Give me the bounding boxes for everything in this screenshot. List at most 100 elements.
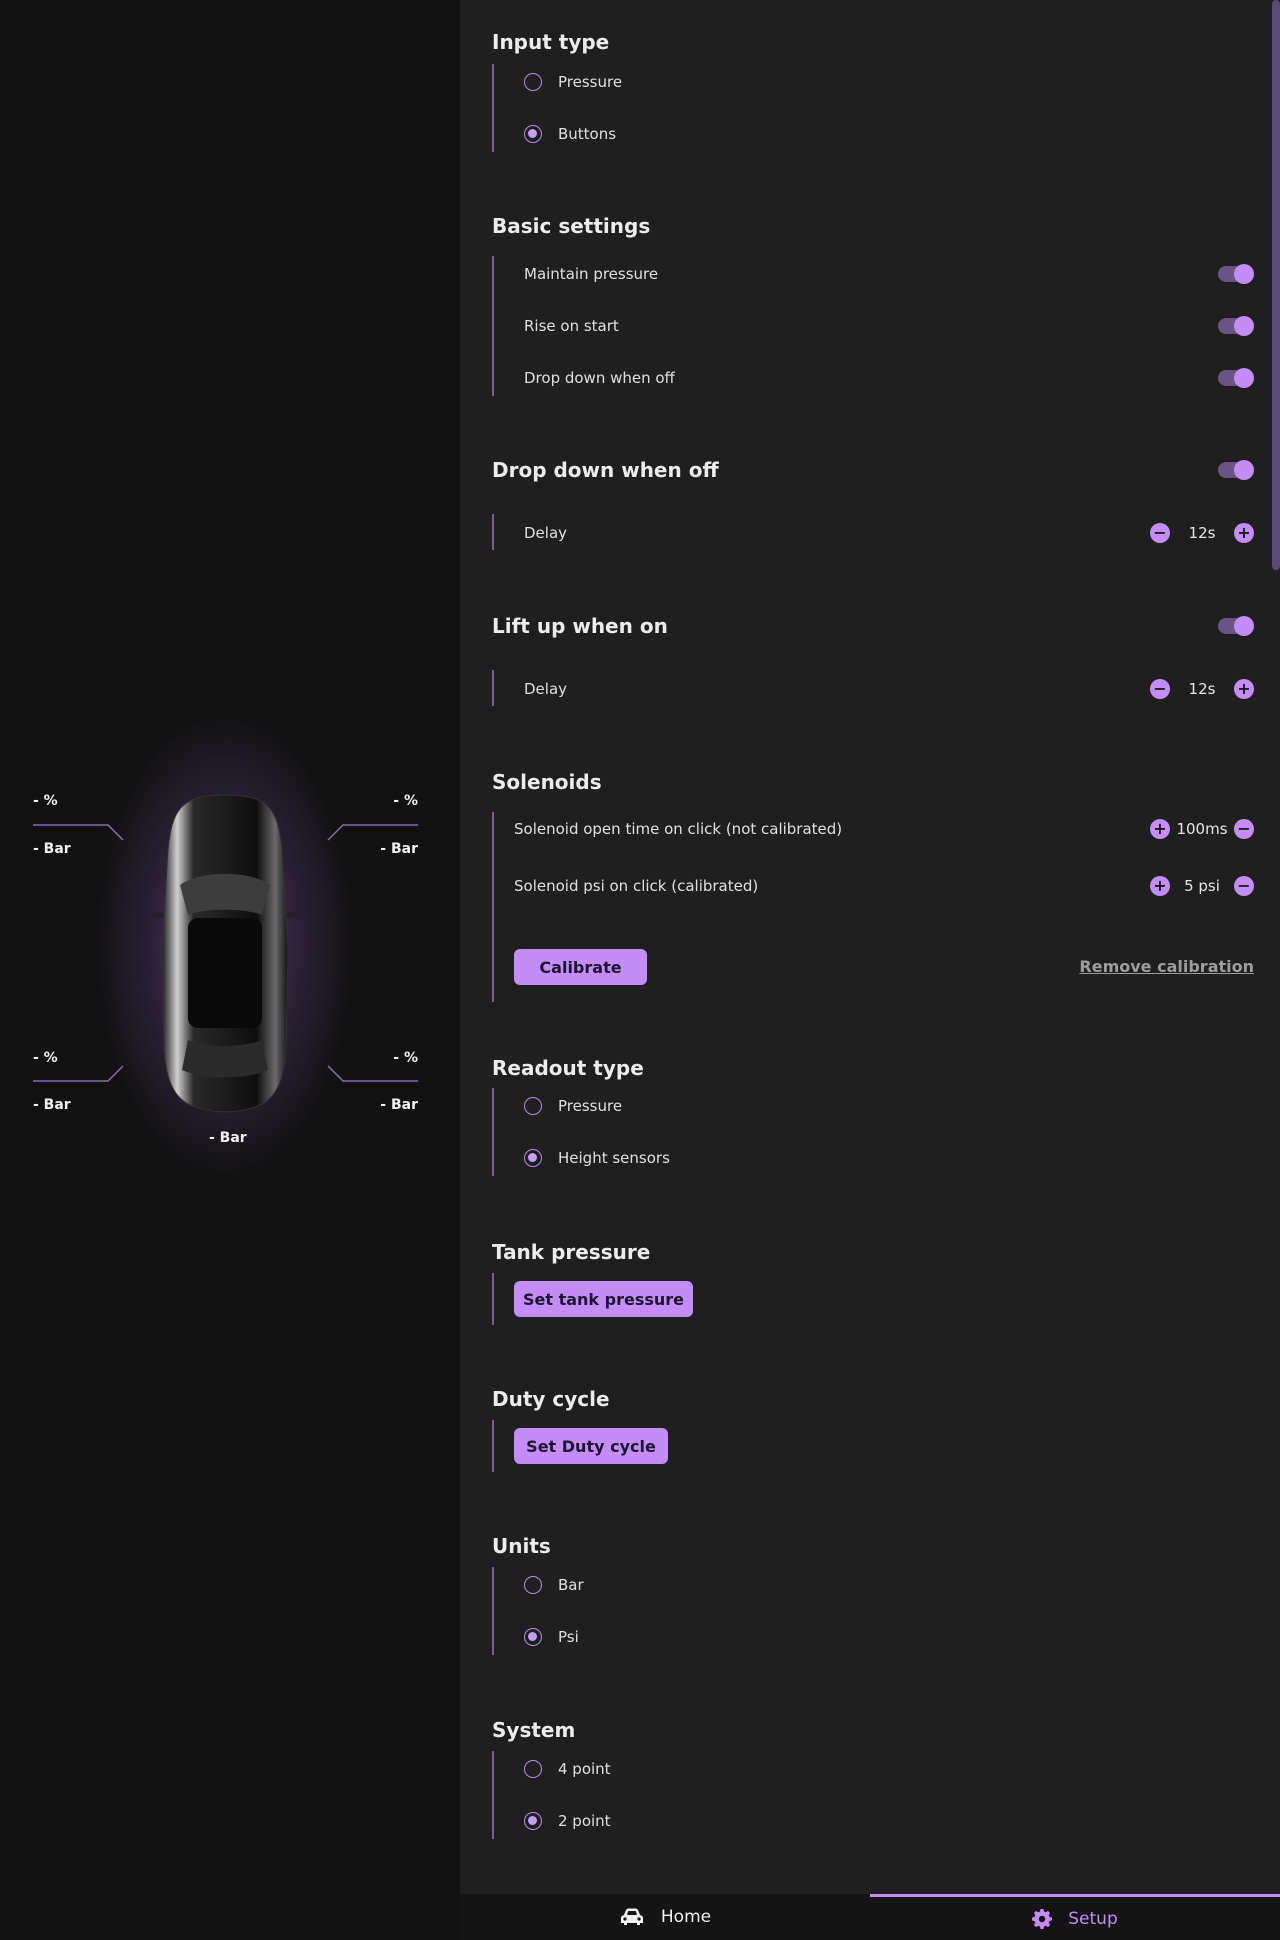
front-right-percent: - % [393, 793, 418, 809]
minus-icon[interactable]: − [1150, 523, 1170, 543]
plus-icon[interactable]: + [1150, 876, 1170, 896]
radio-button[interactable] [524, 1812, 542, 1830]
nav-home[interactable]: Home [460, 1894, 870, 1940]
system-section: System 4 point 2 point [492, 1718, 1254, 1848]
section-title: Lift up when on [492, 614, 668, 638]
section-divider [492, 812, 494, 1002]
set-tank-pressure-button[interactable]: Set tank pressure [514, 1281, 693, 1317]
gear-icon [1032, 1908, 1053, 1929]
solenoid-psi-value: 5 psi [1184, 877, 1220, 895]
drop-down-section: Drop down when off Delay − 12s + [492, 458, 1254, 558]
minus-icon[interactable]: − [1234, 876, 1254, 896]
front-right-pressure: - Bar [380, 841, 418, 857]
section-title: Drop down when off [492, 458, 719, 482]
radio-option-height-sensors[interactable]: Height sensors [524, 1143, 1254, 1173]
section-divider [492, 1420, 494, 1472]
delay-value: 12s [1188, 524, 1216, 542]
solenoid-open-time-value: 100ms [1176, 820, 1228, 838]
toggle-label: Drop down when off [524, 369, 675, 387]
toggle-row-rise-on-start: Rise on start [524, 311, 1254, 341]
set-duty-cycle-button[interactable]: Set Duty cycle [514, 1428, 668, 1464]
radio-button[interactable] [524, 1760, 542, 1778]
radio-button[interactable] [524, 1097, 542, 1115]
rise-on-start-toggle[interactable] [1218, 316, 1254, 336]
solenoid-psi-row: Solenoid psi on click (calibrated) + 5 p… [514, 871, 1254, 901]
section-divider [492, 1088, 494, 1176]
section-title: Readout type [492, 1056, 644, 1080]
radio-option-bar[interactable]: Bar [524, 1570, 1254, 1600]
section-divider [492, 1751, 494, 1839]
section-title: Tank pressure [492, 1240, 651, 1264]
toggle-label: Rise on start [524, 317, 619, 335]
lift-up-section-toggle[interactable] [1218, 616, 1254, 636]
radio-option-psi[interactable]: Psi [524, 1622, 1254, 1652]
solenoid-open-time-stepper: + 100ms − [1150, 817, 1254, 841]
drop-down-when-off-toggle[interactable] [1218, 368, 1254, 388]
units-section: Units Bar Psi [492, 1534, 1254, 1664]
toggle-row-maintain-pressure: Maintain pressure [524, 259, 1254, 289]
delay-value: 12s [1188, 680, 1216, 698]
toggle-label: Maintain pressure [524, 265, 659, 283]
duty-cycle-section: Duty cycle Set Duty cycle [492, 1387, 1254, 1487]
section-title: Solenoids [492, 770, 602, 794]
lift-up-section: Lift up when on Delay − 12s + [492, 614, 1254, 714]
remove-calibration-link[interactable]: Remove calibration [1079, 957, 1254, 976]
bottom-nav: Home Setup [460, 1894, 1280, 1940]
section-title: System [492, 1718, 576, 1742]
section-title: Basic settings [492, 214, 651, 238]
radio-button[interactable] [524, 1628, 542, 1646]
car-status-panel: - % - Bar - % - Bar - % - Bar - % - Bar … [0, 0, 460, 1940]
section-divider [492, 1273, 494, 1325]
input-type-section: Input type Pressure Buttons [492, 30, 1254, 160]
delay-label: Delay [524, 680, 568, 698]
solenoid-open-time-row: Solenoid open time on click (not calibra… [514, 814, 1254, 844]
settings-panel: Input type Pressure Buttons Basic settin… [460, 0, 1280, 1894]
radio-label: Buttons [558, 125, 617, 143]
radio-label: 2 point [558, 1812, 611, 1830]
maintain-pressure-toggle[interactable] [1218, 264, 1254, 284]
plus-icon[interactable]: + [1234, 523, 1254, 543]
radio-button[interactable] [524, 125, 542, 143]
section-title: Duty cycle [492, 1387, 610, 1411]
drop-down-delay-row: Delay − 12s + [524, 518, 1254, 548]
radio-button[interactable] [524, 73, 542, 91]
radio-option-pressure[interactable]: Pressure [524, 67, 1254, 97]
section-divider [492, 514, 494, 550]
section-divider [492, 1567, 494, 1655]
solenoids-section: Solenoids Solenoid open time on click (n… [492, 770, 1254, 1010]
nav-home-label: Home [660, 1907, 712, 1927]
front-left-percent: - % [33, 793, 58, 809]
radio-button[interactable] [524, 1149, 542, 1167]
section-title: Input type [492, 30, 610, 54]
delay-label: Delay [524, 524, 568, 542]
minus-icon[interactable]: − [1150, 679, 1170, 699]
nav-setup-label: Setup [1068, 1908, 1118, 1929]
radio-label: Pressure [558, 1097, 623, 1115]
section-divider [492, 256, 494, 396]
lift-up-delay-row: Delay − 12s + [524, 674, 1254, 704]
solenoid-psi-stepper: + 5 psi − [1150, 874, 1254, 898]
radio-option-pressure[interactable]: Pressure [524, 1091, 1254, 1121]
rear-right-percent: - % [393, 1050, 418, 1066]
scrollbar[interactable] [1272, 0, 1280, 570]
calibrate-button[interactable]: Calibrate [514, 949, 647, 985]
lift-up-delay-stepper: − 12s + [1150, 677, 1254, 701]
section-divider [492, 670, 494, 706]
radio-option-buttons[interactable]: Buttons [524, 119, 1254, 149]
radio-button[interactable] [524, 1576, 542, 1594]
radio-option-4-point[interactable]: 4 point [524, 1754, 1254, 1784]
tank-pressure-section: Tank pressure Set tank pressure [492, 1240, 1254, 1340]
drop-down-section-toggle[interactable] [1218, 460, 1254, 480]
car-icon [620, 1908, 643, 1925]
plus-icon[interactable]: + [1234, 679, 1254, 699]
tank-pressure-readout: - Bar [209, 1130, 247, 1146]
rear-left-pressure: - Bar [33, 1097, 71, 1113]
minus-icon[interactable]: − [1234, 819, 1254, 839]
radio-label: Height sensors [558, 1149, 670, 1167]
radio-option-2-point[interactable]: 2 point [524, 1806, 1254, 1836]
nav-setup[interactable]: Setup [870, 1894, 1280, 1940]
basic-settings-section: Basic settings Maintain pressure Rise on… [492, 214, 1254, 404]
plus-icon[interactable]: + [1150, 819, 1170, 839]
solenoid-psi-label: Solenoid psi on click (calibrated) [514, 877, 759, 895]
rear-left-percent: - % [33, 1050, 58, 1066]
